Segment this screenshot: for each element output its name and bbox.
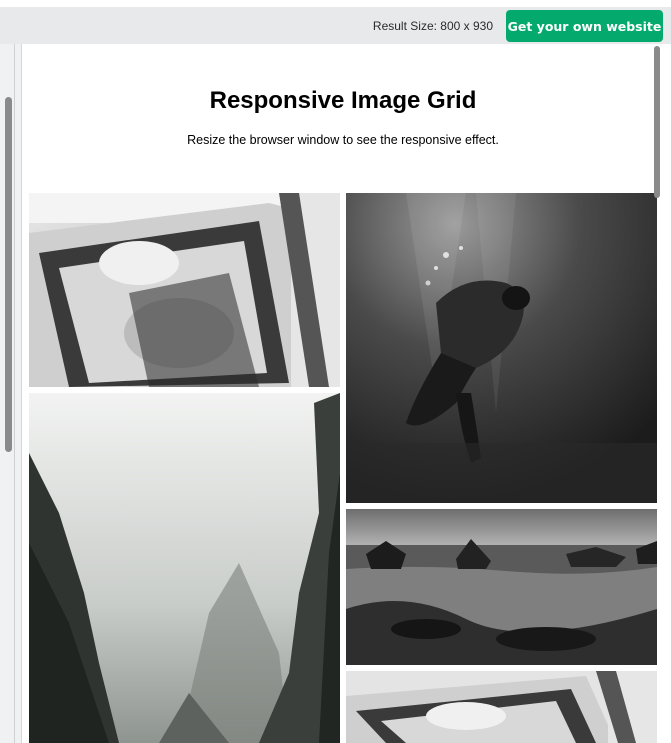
- editor-pane-edge: [0, 44, 22, 743]
- get-your-own-website-button[interactable]: Get your own website: [506, 10, 663, 42]
- page-title: Responsive Image Grid: [209, 87, 477, 114]
- page-subtitle: Resize the browser window to see the res…: [187, 133, 499, 147]
- wedding-photo: [29, 193, 340, 387]
- result-toolbar: Result Size: 800 x 930 Get your own webs…: [0, 0, 671, 44]
- result-scrollbar[interactable]: [654, 46, 660, 198]
- result-frame: Responsive Image Grid Resize the browser…: [22, 44, 671, 743]
- underwater-photo: [346, 193, 657, 503]
- editor-scrollbar[interactable]: [5, 97, 12, 452]
- pane-divider[interactable]: [14, 44, 15, 743]
- mountains-photo: [29, 393, 340, 743]
- wedding-photo-2: [346, 671, 657, 743]
- result-size-label: Result Size: 800 x 930: [372, 19, 493, 33]
- rocks-photo: [346, 509, 657, 665]
